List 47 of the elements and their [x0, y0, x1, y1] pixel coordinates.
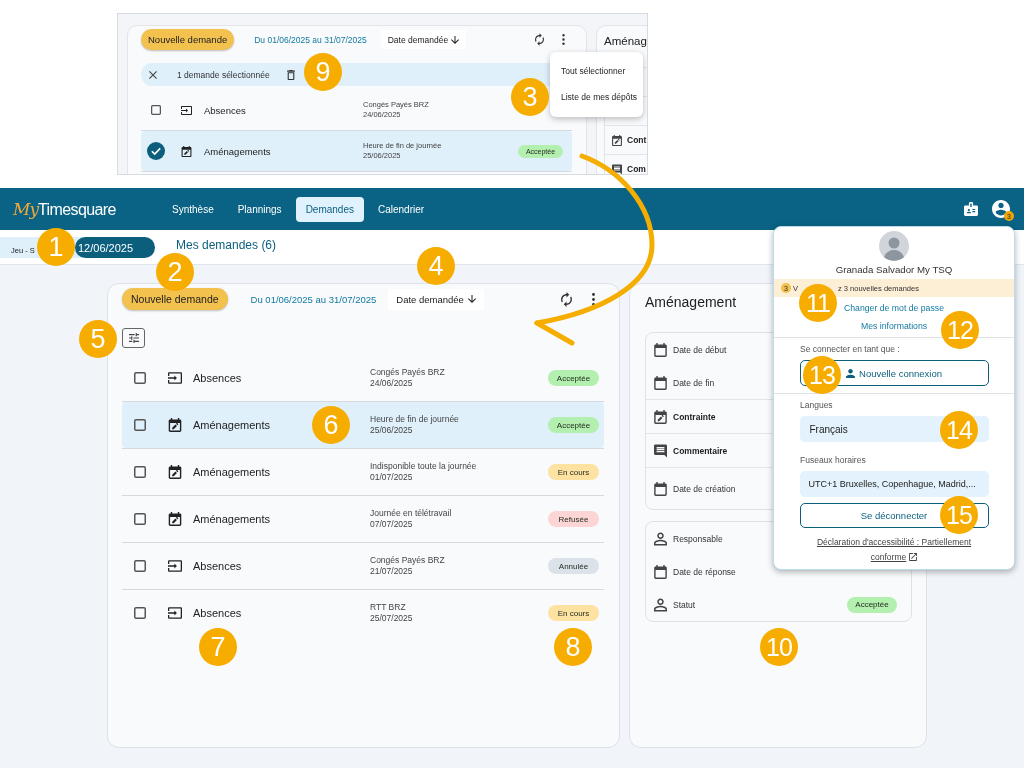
user-name: Granada Salvador My TSQ: [835, 263, 953, 276]
request-category: Absences: [193, 607, 242, 619]
request-category: Aménagements: [193, 419, 271, 431]
request-date: 01/07/2025: [370, 472, 413, 483]
field-label: Com: [627, 164, 646, 174]
request-category: Aménagements: [193, 466, 271, 478]
page-title: Mes demandes (6): [176, 238, 277, 252]
request-category: Aménagements: [193, 513, 271, 525]
section-label: Langues: [800, 400, 833, 411]
request-date: 25/07/2025: [370, 613, 413, 624]
status-badge: Acceptée: [847, 596, 897, 613]
status-badge: Acceptée: [548, 370, 599, 386]
request-type: Indisponible toute la journée: [370, 461, 477, 472]
field-label: Date de début: [673, 344, 727, 355]
status-badge: Refusée: [548, 511, 599, 527]
logo-text: Timesquare: [38, 201, 116, 218]
status-badge: En cours: [548, 605, 599, 621]
request-date: 21/07/2025: [370, 566, 413, 577]
logo-script: My: [13, 199, 38, 219]
detail-title: Aménagement: [645, 293, 737, 311]
status-badge: En cours: [548, 464, 599, 480]
request-category: Absences: [204, 104, 246, 116]
request-date: 25/06/2025: [370, 425, 413, 436]
request-category: Absences: [193, 560, 242, 572]
request-date: 07/07/2025: [370, 519, 413, 530]
section-label: Fuseaux horaires: [800, 455, 866, 466]
selection-count: 1 demande sélectionnée: [177, 69, 270, 80]
request-type: Heure de fin de journée: [370, 414, 459, 425]
field-label: Contrainte: [673, 411, 716, 422]
section-label: Se connecter en tant que :: [800, 344, 900, 355]
field-label: Date de fin: [673, 377, 715, 388]
field-label: Responsable: [673, 533, 723, 544]
field-label: Commentaire: [673, 445, 728, 456]
field-label: Date de réponse: [673, 566, 736, 577]
request-type: Congés Payés BRZ: [370, 555, 445, 566]
request-date: 24/06/2025: [370, 378, 413, 389]
request-type: Journée en télétravail: [370, 508, 452, 519]
field-label: Cont: [627, 135, 647, 145]
status-badge: Annulée: [548, 558, 599, 574]
request-type: Congés Payés BRZ: [370, 367, 445, 378]
detail-title: Aménag: [604, 34, 647, 49]
request-category: Aménagements: [204, 145, 271, 157]
status-badge: Acceptée: [548, 417, 599, 433]
request-type: RTT BRZ: [370, 602, 406, 613]
field-label: Date de création: [673, 483, 736, 494]
request-category: Absences: [193, 372, 242, 384]
field-label: Statut: [673, 599, 696, 610]
